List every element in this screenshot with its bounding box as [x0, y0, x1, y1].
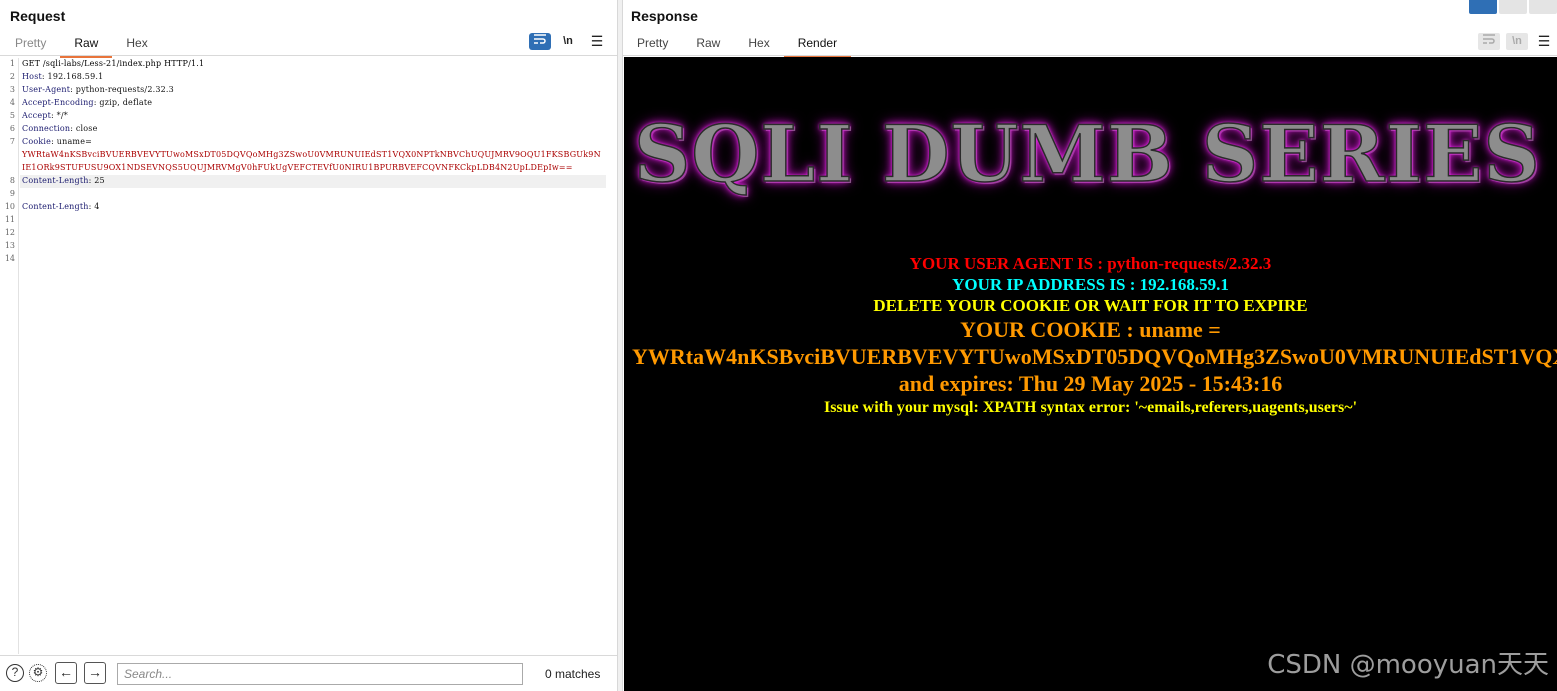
newline-icon[interactable]: \n — [557, 33, 579, 50]
help-icon[interactable]: ? — [6, 664, 24, 682]
header-name: Host — [22, 72, 42, 81]
header-line: User-Agent: python-requests/2.32.3 — [22, 85, 174, 94]
line-number: 7 — [9, 137, 15, 146]
cookie-label: YOUR COOKIE : uname = — [960, 317, 1221, 342]
line-number: 5 — [9, 111, 15, 120]
watermark: CSDN @mooyuan天天 — [1267, 650, 1549, 680]
wrap-icon[interactable] — [1478, 33, 1500, 50]
layout-switcher — [1467, 0, 1557, 14]
line-gutter — [0, 58, 19, 654]
request-title: Request — [10, 8, 66, 24]
cookie-value-line: IE1ORk9STUFUSU9OX1NDSEVNQS5UQUJMRVMgV0hF… — [22, 163, 573, 172]
line-number: 1 — [9, 59, 15, 68]
newline-icon[interactable]: \n — [1506, 33, 1528, 50]
header-line: Host: 192.168.59.1 — [22, 72, 103, 81]
cookie-expiry: and expires: Thu 29 May 2025 - 15:43:16 — [898, 371, 1283, 396]
http-editor-window: Request Pretty Raw Hex \n ☰ 1 GET /sqli-… — [0, 0, 1557, 691]
header-value: : 4 — [88, 202, 100, 211]
header-name: User-Agent — [22, 85, 71, 94]
layout-stacked-button[interactable] — [1499, 0, 1527, 14]
search-input[interactable] — [117, 663, 523, 685]
header-value: : python-requests/2.32.3 — [70, 85, 174, 94]
tab-divider — [0, 55, 617, 56]
rendered-response: SQLI DUMB SERIES YOUR USER AGENT IS : py… — [624, 57, 1557, 691]
line-number: 11 — [4, 215, 15, 224]
header-name: Content-Length — [22, 202, 89, 211]
line-number: 14 — [4, 254, 15, 263]
banner-title: SQLI DUMB SERIES — [633, 108, 1541, 201]
header-value: : 192.168.59.1 — [41, 72, 104, 81]
tab-divider — [623, 55, 1557, 56]
user-agent-text: YOUR USER AGENT IS : python-requests/2.3… — [909, 254, 1272, 273]
response-title: Response — [631, 8, 698, 24]
header-line: Connection: close — [22, 124, 98, 133]
header-name: Cookie — [22, 137, 52, 146]
header-value: : gzip, deflate — [93, 98, 153, 107]
line-number: 8 — [9, 176, 15, 185]
cookie-value-line: YWRtaW4nKSBvciBVUERBVEVYTUwoMSxDT05DQVQo… — [22, 150, 601, 159]
request-editor[interactable]: 1 GET /sqli-labs/Less-21/index.php HTTP/… — [0, 58, 617, 654]
layout-single-button[interactable] — [1529, 0, 1557, 14]
header-value: : close — [70, 124, 98, 133]
header-name: Connection — [22, 124, 71, 133]
previous-match-button[interactable]: ← — [55, 662, 77, 684]
line-number: 2 — [9, 72, 15, 81]
layout-side-by-side-button[interactable] — [1469, 0, 1497, 14]
search-bar: ? ⚙ ← → 0 matches — [0, 655, 617, 691]
wrap-icon[interactable] — [529, 33, 551, 50]
header-name: Accept — [22, 111, 52, 120]
header-name: Content-Length — [22, 176, 89, 185]
menu-icon[interactable]: ☰ — [586, 33, 608, 50]
line-number: 9 — [9, 189, 15, 198]
header-value: : 25 — [88, 176, 105, 185]
line-number: 4 — [9, 98, 15, 107]
header-value: : uname= — [51, 137, 93, 146]
header-line: Content-Length: 4 — [22, 202, 100, 211]
menu-icon[interactable]: ☰ — [1533, 33, 1555, 50]
request-pane: Request Pretty Raw Hex \n ☰ 1 GET /sqli-… — [0, 0, 617, 691]
delete-cookie-notice: DELETE YOUR COOKIE OR WAIT FOR IT TO EXP… — [873, 296, 1308, 315]
line-number: 10 — [4, 202, 15, 211]
match-count: 0 matches — [545, 667, 601, 681]
header-line-highlighted: Content-Length: 25 — [20, 175, 606, 188]
cookie-value: YWRtaW4nKSBvciBVUERBVEVYTUwoMSxDT05DQVQo… — [632, 344, 1557, 369]
header-name: Accept-Encoding — [22, 98, 94, 107]
line-number: 12 — [4, 228, 15, 237]
header-line: Cookie: uname= — [22, 137, 92, 146]
line-number: 3 — [9, 85, 15, 94]
header-value: : */* — [51, 111, 68, 120]
gear-icon[interactable]: ⚙ — [29, 664, 47, 682]
line-number: 13 — [4, 241, 15, 250]
ip-address-text: YOUR IP ADDRESS IS : 192.168.59.1 — [952, 275, 1229, 294]
mysql-error-text: Issue with your mysql: XPATH syntax erro… — [823, 399, 1358, 416]
header-line: Accept: */* — [22, 111, 68, 120]
line-number: 6 — [9, 124, 15, 133]
request-line: GET /sqli-labs/Less-21/index.php HTTP/1.… — [22, 59, 205, 68]
header-line: Accept-Encoding: gzip, deflate — [22, 98, 152, 107]
next-match-button[interactable]: → — [84, 662, 106, 684]
